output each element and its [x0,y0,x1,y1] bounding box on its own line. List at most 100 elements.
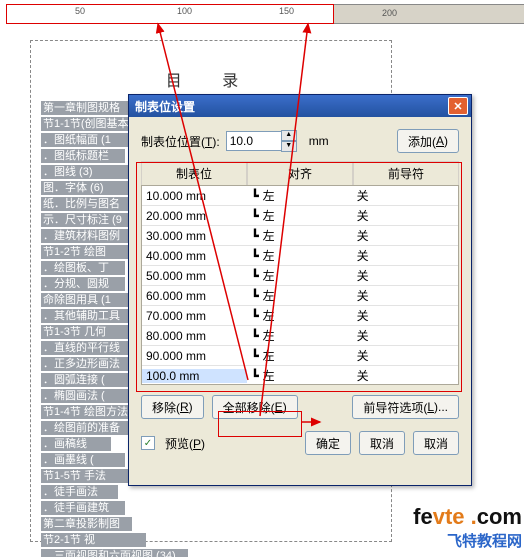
tab-row-position: 80.000 mm [142,329,247,343]
tab-row-leader: 关 [353,367,458,384]
ruler-highlight-box: 50 100 150 [6,4,334,24]
tab-row[interactable]: 80.000 mm┗左关 [142,326,458,346]
toc-line: 节2-1节 视 [41,533,146,547]
tab-row-align: ┗左 [247,327,352,344]
toc-line: 纸．比例与图名 [41,197,132,211]
tab-row[interactable]: 20.000 mm┗左关 [142,206,458,226]
align-left-icon: ┗ [251,269,258,283]
tab-row[interactable]: 10.000 mm┗左关 [142,186,458,206]
align-left-icon: ┗ [251,249,258,263]
tab-row-position: 30.000 mm [142,229,247,243]
toc-line: ．直线的平行线 [41,341,132,355]
unit-label: mm [309,134,329,148]
tab-row-leader: 关 [353,267,458,284]
align-left-icon: ┗ [251,329,258,343]
toc-line: ．分规、圆规 [41,277,125,291]
tab-row[interactable]: 60.000 mm┗左关 [142,286,458,306]
tab-row-position: 10.000 mm [142,189,247,203]
toc-line: ．徒手画法 [41,485,118,499]
tab-position-label: 制表位位置(T): [141,133,220,150]
align-left-icon: ┗ [251,289,258,303]
tab-row-align: ┗左 [247,207,352,224]
toc-line: 第一章制图规格 [41,101,132,115]
toc-line: ．图线 (3) [41,165,132,179]
toc-line: ．绘图前的准备 [41,421,132,435]
tab-row-leader: 关 [353,327,458,344]
ruler-label: 100 [177,6,192,16]
ruler-label: 200 [382,8,397,18]
tab-row-leader: 关 [353,187,458,204]
toc-line: ．三面视图和六面视图 (34) [41,549,188,557]
tab-position-spinner[interactable]: ▲ ▼ [226,130,297,152]
tab-row[interactable]: 30.000 mm┗左关 [142,226,458,246]
tab-row-position: 100.0 mm [142,369,247,383]
align-left-icon: ┗ [251,369,258,383]
tab-list[interactable]: 10.000 mm┗左关20.000 mm┗左关30.000 mm┗左关40.0… [141,186,459,385]
ruler-label: 50 [75,6,85,16]
tab-row-position: 60.000 mm [142,289,247,303]
tab-row-leader: 关 [353,347,458,364]
toc-line: 节1-5节 手法 [41,469,139,483]
watermark: fevte .com 飞特教程网 [413,504,522,551]
close-icon: ✕ [453,100,462,113]
col-header-position: 制表位 [141,161,247,185]
toc-line: ．徒手画建筑 [41,501,125,515]
align-left-icon: ┗ [251,209,258,223]
spinner-up-icon[interactable]: ▲ [281,130,297,141]
col-header-align: 对齐 [247,161,353,185]
tab-row[interactable]: 70.000 mm┗左关 [142,306,458,326]
tab-row-position: 50.000 mm [142,269,247,283]
col-header-leader: 前导符 [353,161,459,185]
tab-list-header: 制表位 对齐 前导符 [141,161,459,186]
ok-button[interactable]: 确定 [305,431,351,455]
toc-line: ．图纸幅面 (1 [41,133,139,147]
tab-row-leader: 关 [353,247,458,264]
page-title: 目 录 [31,67,391,91]
tab-row-leader: 关 [353,287,458,304]
toc-line: ．画墨线 ( [41,453,125,467]
spinner-down-icon[interactable]: ▼ [281,141,297,152]
tab-row-leader: 关 [353,307,458,324]
toc-line: ．圆弧连接 ( [41,373,132,387]
tab-row-align: ┗左 [247,187,352,204]
tab-row-align: ┗左 [247,267,352,284]
tab-row-position: 20.000 mm [142,209,247,223]
align-left-icon: ┗ [251,309,258,323]
tab-row-position: 90.000 mm [142,349,247,363]
tab-row-leader: 关 [353,207,458,224]
align-left-icon: ┗ [251,189,258,203]
horizontal-ruler[interactable]: 50 100 150 [7,5,333,23]
tab-row[interactable]: 90.000 mm┗左关 [142,346,458,366]
tab-row-align: ┗左 [247,247,352,264]
toc-line: ．椭圆画法 ( [41,389,132,403]
tab-row-align: ┗左 [247,287,352,304]
dialog-title: 制表位设置 [135,98,195,115]
tab-row-position: 70.000 mm [142,309,247,323]
tab-stops-dialog: 制表位设置 ✕ 制表位位置(T): ▲ ▼ mm 添加(A) 制表位 对齐 前导… [128,94,472,486]
tab-row[interactable]: 50.000 mm┗左关 [142,266,458,286]
tab-row-align: ┗左 [247,227,352,244]
leader-options-button[interactable]: 前导符选项(L)... [352,395,459,419]
toc-line: ．其他辅助工具 [41,309,132,323]
toc-line: 图．字体 (6) [41,181,139,195]
tab-row[interactable]: 40.000 mm┗左关 [142,246,458,266]
toc-line: 命除图用具 (1 [41,293,139,307]
close-button[interactable]: ✕ [448,97,468,115]
align-left-icon: ┗ [251,349,258,363]
ruler-label: 150 [279,6,294,16]
toc-line: ．图纸标题栏 [41,149,125,163]
toc-line: 第二章投影制图 [41,517,132,531]
add-button[interactable]: 添加(A) [397,129,459,153]
preview-checkbox[interactable]: ✓ [141,436,155,450]
tab-position-input[interactable] [226,131,282,151]
cancel-button[interactable]: 取消 [359,431,405,455]
tab-row-position: 40.000 mm [142,249,247,263]
tab-row[interactable]: 100.0 mm┗左关 [142,366,458,385]
remove-button[interactable]: 移除(R) [141,395,204,419]
toc-line: ．建筑材料图例 [41,229,132,243]
toc-line: ．画稿线 [41,437,111,451]
cancel-button-2[interactable]: 取消 [413,431,459,455]
dialog-titlebar[interactable]: 制表位设置 ✕ [129,95,471,117]
remove-all-button[interactable]: 全部移除(E) [212,395,298,419]
tab-row-align: ┗左 [247,307,352,324]
